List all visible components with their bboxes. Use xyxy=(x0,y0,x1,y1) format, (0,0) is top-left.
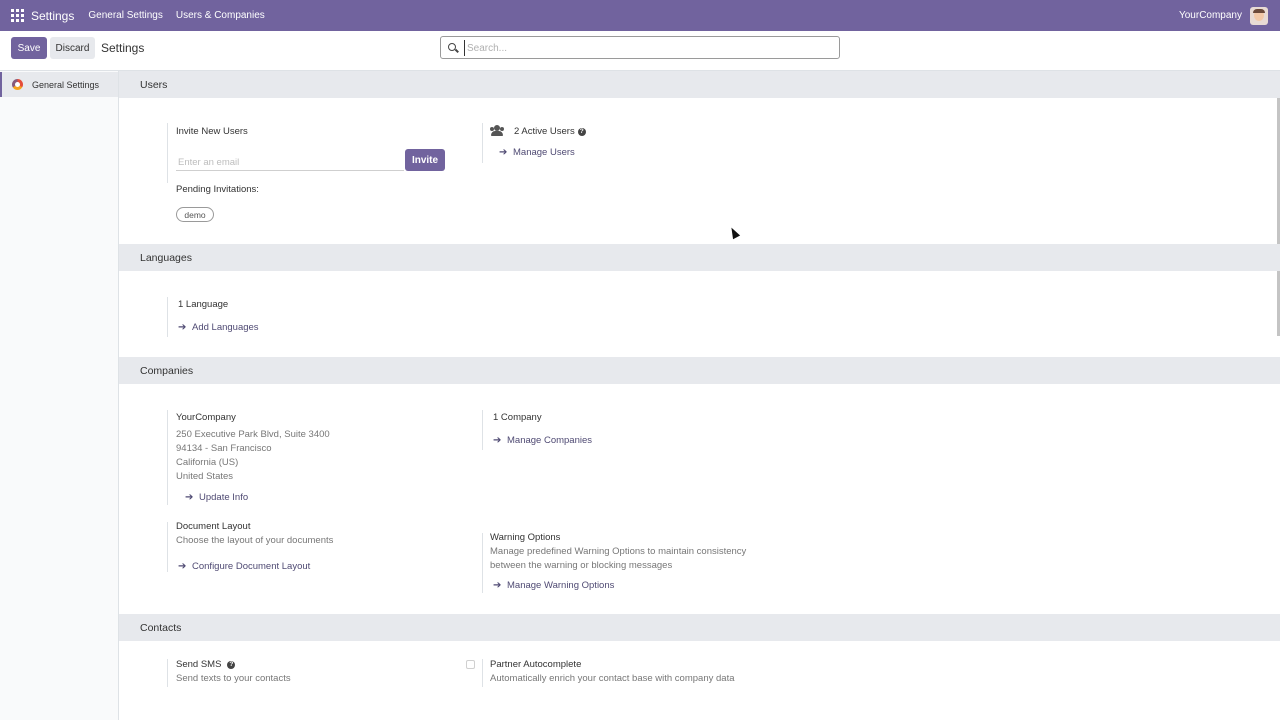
section-languages-header: Languages xyxy=(119,244,1280,271)
save-button[interactable]: Save xyxy=(11,37,47,59)
partner-autocomplete-description: Automatically enrich your contact base w… xyxy=(490,673,735,684)
divider xyxy=(482,659,483,687)
arrow-right-icon: ➔ xyxy=(178,322,187,333)
language-count: 1 Language xyxy=(178,299,229,310)
warning-options-description: Manage predefined Warning Options to mai… xyxy=(490,546,747,557)
control-panel: Save Discard Settings xyxy=(0,31,1280,71)
user-avatar[interactable] xyxy=(1250,6,1268,25)
section-users-header: Users xyxy=(119,71,1280,98)
discard-button[interactable]: Discard xyxy=(50,37,95,59)
update-info-link[interactable]: ➔ Update Info xyxy=(185,492,248,503)
invite-email-field[interactable] xyxy=(176,154,404,171)
partner-autocomplete-title: Partner Autocomplete xyxy=(490,659,582,670)
arrow-right-icon: ➔ xyxy=(178,561,187,572)
company-address-line: 250 Executive Park Blvd, Suite 3400 xyxy=(176,429,330,440)
section-contacts-header: Contacts xyxy=(119,614,1280,641)
nav-users-companies[interactable]: Users & Companies xyxy=(176,10,265,21)
document-layout-description: Choose the layout of your documents xyxy=(176,535,334,546)
manage-users-text: Manage Users xyxy=(513,147,575,158)
top-navbar: Settings General Settings Users & Compan… xyxy=(0,0,1280,31)
help-icon[interactable]: ? xyxy=(577,127,586,136)
warning-options-title: Warning Options xyxy=(490,532,561,543)
configure-document-layout-link[interactable]: ➔ Configure Document Layout xyxy=(178,561,310,572)
apps-menu-icon[interactable] xyxy=(11,9,24,22)
divider xyxy=(482,410,483,450)
help-icon[interactable]: ? xyxy=(227,660,236,669)
send-sms-text: Send SMS xyxy=(176,659,222,670)
send-sms-title: Send SMS ? xyxy=(176,659,236,670)
active-users-text: 2 Active Users xyxy=(514,126,575,137)
search-input[interactable] xyxy=(464,40,824,56)
partner-autocomplete-checkbox[interactable] xyxy=(466,660,475,669)
add-languages-link[interactable]: ➔ Add Languages xyxy=(178,322,259,333)
company-address-line: 94134 - San Francisco xyxy=(176,443,272,454)
add-languages-text: Add Languages xyxy=(192,322,259,333)
arrow-right-icon: ➔ xyxy=(493,580,502,591)
section-companies-header: Companies xyxy=(119,357,1280,384)
divider xyxy=(167,659,168,687)
users-group-icon xyxy=(490,125,504,136)
manage-companies-link[interactable]: ➔ Manage Companies xyxy=(493,435,592,446)
arrow-right-icon: ➔ xyxy=(493,435,502,446)
arrow-right-icon: ➔ xyxy=(499,147,508,158)
arrow-right-icon: ➔ xyxy=(185,492,194,503)
divider xyxy=(167,123,168,183)
send-sms-description: Send texts to your contacts xyxy=(176,673,291,684)
pending-invitation-badge[interactable]: demo xyxy=(176,207,214,222)
manage-users-link[interactable]: ➔ Manage Users xyxy=(499,147,575,158)
sidebar-item-label: General Settings xyxy=(32,79,100,90)
company-name: YourCompany xyxy=(176,412,236,423)
warning-options-description: between the warning or blocking messages xyxy=(490,560,673,571)
app-name[interactable]: Settings xyxy=(31,9,74,23)
document-layout-title: Document Layout xyxy=(176,521,251,532)
company-count: 1 Company xyxy=(493,412,542,423)
divider xyxy=(482,123,483,163)
settings-sidebar: General Settings xyxy=(0,71,119,720)
settings-app-logo-icon xyxy=(12,79,23,90)
divider xyxy=(167,522,168,572)
company-switcher[interactable]: YourCompany xyxy=(1179,10,1242,21)
sidebar-item-general-settings[interactable]: General Settings xyxy=(0,72,118,97)
configure-document-layout-text: Configure Document Layout xyxy=(192,561,311,572)
search-box xyxy=(440,36,840,59)
divider xyxy=(167,297,168,337)
manage-warning-options-text: Manage Warning Options xyxy=(507,580,615,591)
update-info-text: Update Info xyxy=(199,492,249,503)
invite-button[interactable]: Invite xyxy=(405,149,445,171)
divider xyxy=(482,533,483,593)
company-address-line: United States xyxy=(176,471,234,482)
settings-content[interactable]: Users Invite New Users Invite Pending In… xyxy=(119,71,1280,720)
manage-warning-options-link[interactable]: ➔ Manage Warning Options xyxy=(493,580,614,591)
pending-invitations-label: Pending Invitations: xyxy=(176,184,259,195)
divider xyxy=(167,410,168,505)
breadcrumb: Settings xyxy=(101,41,145,55)
active-users-count: 2 Active Users ? xyxy=(514,126,586,137)
manage-companies-text: Manage Companies xyxy=(507,435,593,446)
invite-users-label: Invite New Users xyxy=(176,126,248,137)
company-address-line: California (US) xyxy=(176,457,239,468)
search-icon xyxy=(448,43,456,51)
nav-general-settings[interactable]: General Settings xyxy=(88,10,163,21)
